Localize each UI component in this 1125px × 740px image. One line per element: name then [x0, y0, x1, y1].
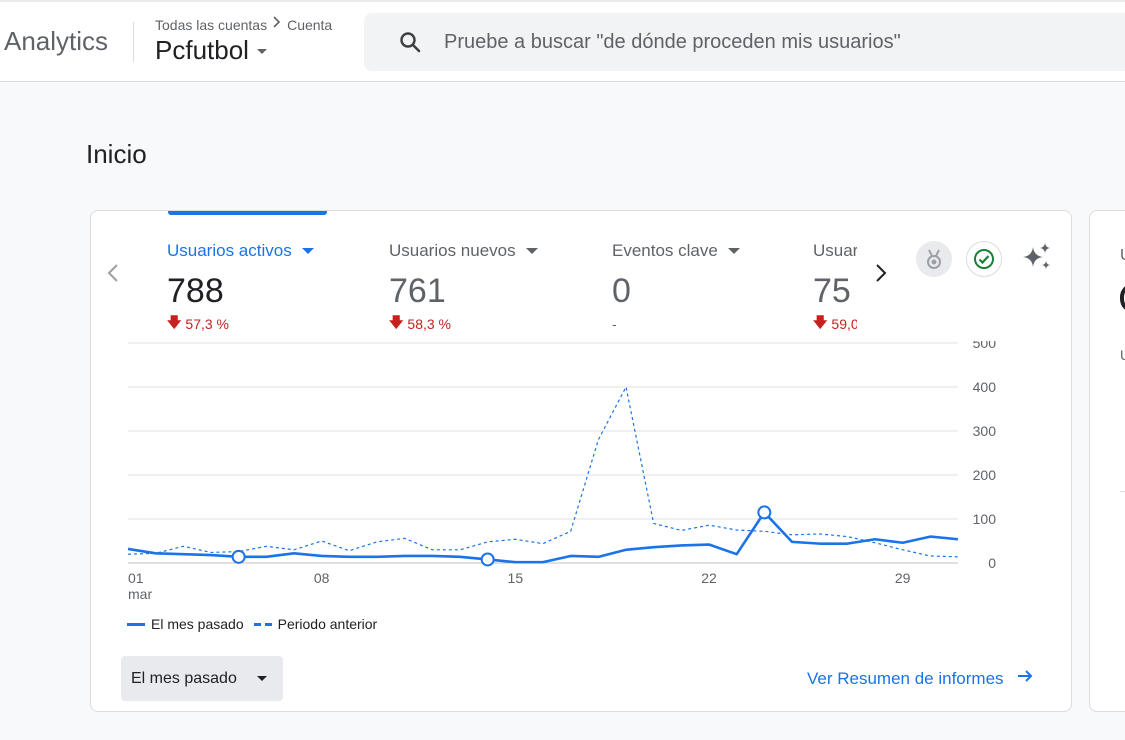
- legend-item-previous: Periodo anterior: [253, 616, 378, 632]
- y-tick-label: 500: [973, 341, 997, 351]
- breadcrumb-root[interactable]: Todas las cuentas: [155, 17, 267, 33]
- view-reports-link[interactable]: Ver Resumen de informes: [807, 668, 1034, 689]
- arrow-down-icon: 🡇: [813, 315, 828, 330]
- metric-label: Usuarios nuevos: [389, 241, 516, 260]
- caret-down-icon: [256, 49, 267, 54]
- y-tick-label: 300: [973, 423, 997, 439]
- secondary-card-sublabel: U: [1120, 347, 1125, 363]
- series-line-previous: [127, 386, 959, 558]
- metric-label: Usuar: [813, 241, 857, 260]
- line-chart: 500 400 300 200 100 0 01mar 08 15 22 29: [127, 341, 997, 602]
- y-tick-label: 400: [973, 379, 997, 395]
- period-selector[interactable]: El mes pasado: [121, 656, 283, 701]
- secondary-card-value: [1120, 283, 1125, 313]
- legend-label: El mes pasado: [151, 616, 244, 632]
- caret-down-icon: [257, 676, 267, 681]
- search-icon: [398, 30, 422, 54]
- y-tick-label: 0: [988, 555, 996, 571]
- property-selector[interactable]: Pcfutbol: [155, 35, 267, 66]
- award-icon[interactable]: [916, 241, 952, 277]
- metric-change: 🡇 57,3 %: [167, 314, 367, 333]
- app-title[interactable]: Analytics: [4, 26, 108, 57]
- breadcrumb-current[interactable]: Cuenta: [287, 17, 332, 33]
- data-point-marker: [757, 505, 772, 520]
- series-line-current: [127, 511, 959, 564]
- caret-down-icon: [525, 248, 538, 254]
- secondary-card-label: U: [1120, 247, 1125, 265]
- metric-active-users[interactable]: Usuarios activos 788 🡇 57,3 %: [167, 239, 367, 339]
- chevron-left-icon[interactable]: [103, 261, 123, 285]
- arrow-right-icon: [1016, 668, 1034, 689]
- legend-swatch-solid: [127, 622, 145, 626]
- chart-legend: El mes pasado Periodo anterior: [127, 616, 377, 632]
- top-border: [0, 0, 1125, 2]
- property-name: Pcfutbol: [155, 35, 249, 65]
- metric-label: Eventos clave: [612, 241, 718, 260]
- y-tick-label: 200: [973, 467, 997, 483]
- caret-down-icon: [727, 248, 740, 254]
- metric-value: 788: [167, 272, 224, 310]
- x-tick-label: 15: [508, 570, 524, 586]
- metric-partial[interactable]: Usuar 75 🡇 59,0: [813, 239, 861, 339]
- arrow-down-icon: 🡇: [389, 314, 404, 330]
- metric-new-users[interactable]: Usuarios nuevos 761 🡇 58,3 %: [389, 239, 589, 339]
- metric-key-events[interactable]: Eventos clave 0 -: [612, 239, 812, 339]
- legend-label: Periodo anterior: [277, 616, 378, 632]
- sparkle-icon[interactable]: [1019, 239, 1055, 275]
- x-tick-label: 08: [314, 570, 330, 586]
- x-tick-label: 22: [701, 570, 717, 586]
- active-tab-indicator: [168, 211, 327, 215]
- chevron-right-icon: [271, 15, 283, 34]
- metrics-card: Usuarios activos 788 🡇 57,3 % Usuarios nu…: [90, 210, 1072, 712]
- page-title: Inicio: [86, 139, 147, 169]
- search-bar[interactable]: [364, 13, 1125, 71]
- metric-label: Usuarios activos: [167, 241, 292, 260]
- secondary-card-divider: [1120, 491, 1125, 492]
- secondary-card: U U: [1089, 210, 1125, 712]
- period-label: El mes pasado: [131, 669, 237, 687]
- metric-value: 761: [389, 272, 446, 310]
- search-input[interactable]: [444, 27, 1084, 57]
- top-header: Analytics Todas las cuentas Cuenta Pcfut…: [0, 0, 1125, 82]
- legend-swatch-dashed: [253, 622, 272, 626]
- metric-change: 🡇 59,0: [813, 315, 857, 333]
- x-tick-label: 01: [128, 570, 144, 586]
- caret-down-icon: [301, 248, 314, 254]
- legend-item-current: El mes pasado: [127, 616, 244, 632]
- data-point-marker: [231, 549, 246, 564]
- header-divider: [133, 22, 134, 62]
- arrow-down-icon: 🡇: [167, 314, 182, 330]
- metric-change: -: [612, 316, 617, 332]
- chevron-right-icon[interactable]: [871, 261, 891, 285]
- metric-change: 🡇 58,3 %: [389, 314, 589, 333]
- breadcrumb[interactable]: Todas las cuentas Cuenta: [155, 15, 332, 34]
- metric-value: 0: [612, 272, 631, 310]
- report-link-label: Ver Resumen de informes: [807, 668, 1004, 688]
- x-tick-label: 29: [895, 570, 911, 586]
- data-point-marker: [480, 552, 495, 567]
- x-tick-sublabel: mar: [128, 586, 152, 602]
- check-circle-icon[interactable]: [966, 241, 1002, 277]
- y-tick-label: 100: [973, 511, 997, 527]
- metric-value: 75: [813, 272, 851, 310]
